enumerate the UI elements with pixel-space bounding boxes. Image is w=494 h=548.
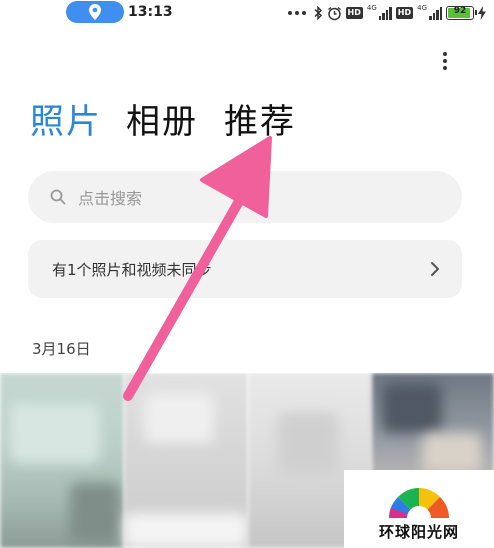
signal-icon xyxy=(378,6,392,20)
status-bar: 13:13 HD 4G HD 4G 92 xyxy=(0,0,494,26)
bluetooth-icon xyxy=(314,6,322,20)
date-header: 3月16日 xyxy=(32,340,91,358)
more-icon[interactable] xyxy=(432,46,458,76)
battery-icon: 92 xyxy=(446,6,477,20)
location-icon xyxy=(89,4,101,20)
sync-banner[interactable]: 有1个照片和视频未同步 xyxy=(28,240,462,298)
signal-icon xyxy=(429,6,442,20)
net-type: 4G xyxy=(417,4,427,12)
status-time: 13:13 xyxy=(128,4,173,20)
photo-thumbnail[interactable] xyxy=(0,373,124,548)
search-input[interactable]: 点击搜索 xyxy=(28,171,462,223)
search-placeholder: 点击搜索 xyxy=(78,189,143,208)
location-indicator xyxy=(66,1,124,23)
tab-photos[interactable]: 照片 xyxy=(30,100,102,144)
hd-badge: HD xyxy=(345,7,363,19)
hd-badge: HD xyxy=(395,7,414,19)
sync-banner-text: 有1个照片和视频未同步 xyxy=(52,260,212,279)
photo-thumbnail[interactable] xyxy=(124,373,248,548)
watermark: 环球阳光网 xyxy=(344,470,494,548)
battery-level: 92 xyxy=(453,6,467,16)
tab-albums[interactable]: 相册 xyxy=(126,100,198,144)
watermark-text: 环球阳光网 xyxy=(378,523,459,541)
chevron-right-icon xyxy=(431,262,439,276)
more-notifications-icon xyxy=(287,11,306,15)
net-type: 4G xyxy=(366,4,377,12)
alarm-icon xyxy=(327,6,341,20)
search-icon xyxy=(50,189,66,205)
charging-icon xyxy=(478,6,486,20)
status-icons: HD 4G HD 4G 92 xyxy=(287,4,486,22)
tab-recommend[interactable]: 推荐 xyxy=(224,100,296,144)
